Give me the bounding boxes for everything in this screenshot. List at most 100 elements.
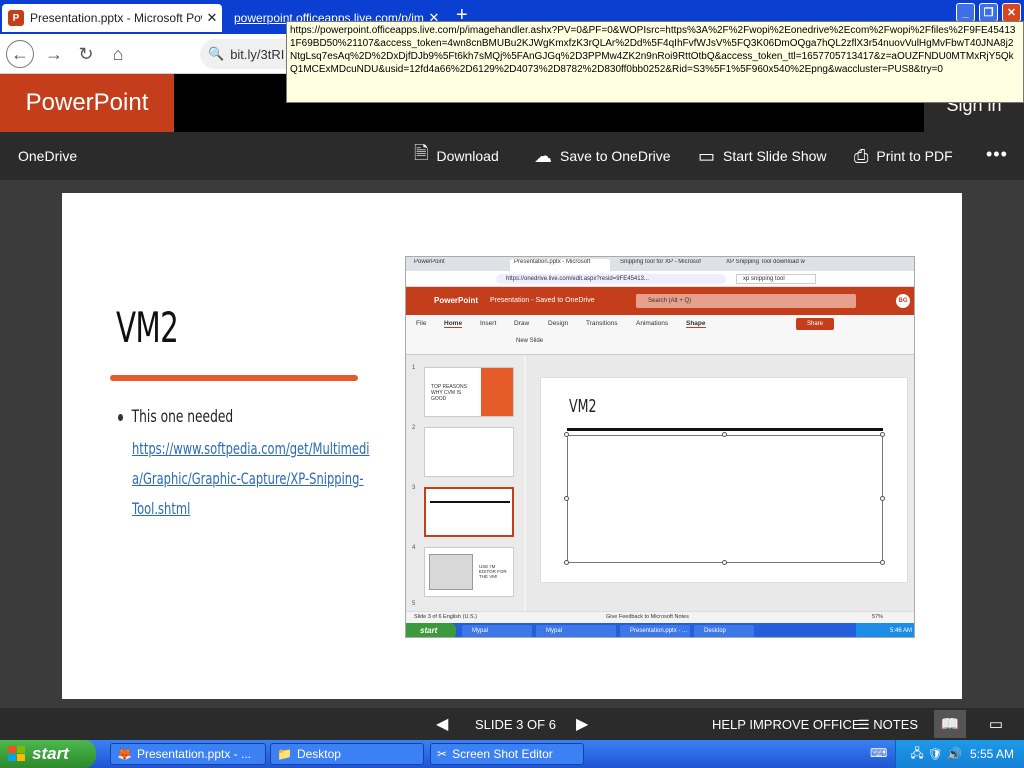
shot-thumbnail: USE I'M EDITOR FOR THE VM! (424, 547, 514, 597)
taskbar-item-screenshot-editor[interactable]: ✂ Screen Shot Editor (430, 743, 584, 765)
shot-handle (722, 560, 727, 565)
address-bar[interactable]: 🔍 bit.ly/3tRI (200, 39, 300, 69)
shot-handle (564, 496, 569, 501)
previous-slide-icon[interactable]: ◀ (436, 714, 448, 734)
shot-handle (880, 496, 885, 501)
more-options-icon[interactable]: ••• (986, 144, 1008, 165)
shot-slide: VM2 (540, 377, 908, 583)
shot-clock: 5:46 AM (856, 623, 914, 637)
next-slide-icon[interactable]: ▶ (576, 714, 588, 734)
shot-thumbnail: TOP REASONS WHY CVM IS GOOD (424, 367, 514, 417)
start-label: start (32, 744, 69, 763)
system-tray: 🖧 🛡 🔊 5:55 AM (895, 740, 1024, 768)
command-bar: OneDrive 🗎 Download ☁ Save to OneDrive ▭… (0, 132, 1024, 180)
forward-icon[interactable]: → (40, 40, 68, 68)
keyboard-icon[interactable]: ⌨ (870, 746, 887, 760)
taskbar-item-presentation[interactable]: 🦊 Presentation.pptx - ... (110, 743, 266, 765)
shot-handle (722, 432, 727, 437)
shot-start-button: start (406, 623, 456, 637)
bullet-text: This one needed (118, 407, 233, 427)
shot-zoom: 57% (872, 614, 884, 620)
tab-presentation[interactable]: P Presentation.pptx - Microsoft PowerPoi… (2, 4, 222, 32)
help-improve-office-link[interactable]: HELP IMPROVE OFFICE (712, 717, 861, 732)
link-line-1[interactable]: https://www.softpedia.com/get/Multimedi (132, 439, 369, 458)
close-icon[interactable]: ✕ (202, 10, 222, 26)
notes-button[interactable]: ☰ NOTES (858, 717, 918, 733)
shot-thumb-text: TOP REASONS WHY CVM IS GOOD (431, 384, 467, 402)
shot-tab: Snipping tool for XP - Microsof (620, 259, 701, 265)
slide: VM2 This one needed https://www.softpedi… (62, 193, 962, 699)
download-label: Download (436, 148, 499, 164)
presentation-icon: ▭ (698, 145, 716, 166)
download-icon: 🗎 (414, 143, 429, 163)
shot-taskbar: start Mypal Mypal Presentation.pptx - ..… (406, 623, 914, 637)
print-to-pdf-button[interactable]: ⎙ Print to PDF (854, 144, 953, 168)
print-label: Print to PDF (876, 148, 953, 164)
search-icon: 🔍 (208, 46, 225, 61)
shot-slide-title: VM2 (569, 396, 597, 417)
shot-thumbnail (424, 427, 514, 477)
shot-ribbon-tab: Home (444, 320, 463, 328)
taskbar-item-desktop[interactable]: 📁 Desktop (270, 743, 424, 765)
download-button[interactable]: 🗎 Download (414, 143, 499, 168)
reading-view-icon[interactable]: 📖 (934, 710, 966, 738)
taskbar-item-label: Presentation.pptx - ... (136, 747, 252, 761)
shot-url: https://onedrive.live.com/edit.aspx?resi… (496, 274, 726, 284)
start-slide-show-button[interactable]: ▭ Start Slide Show (698, 144, 827, 168)
embedded-screenshot: PowerPoint Presentation.pptx - Microsoft… (405, 256, 915, 638)
shot-doc-name: Presentation - Saved to OneDrive (490, 297, 595, 304)
shot-handle (880, 560, 885, 565)
shot-slide-number: 4 (412, 545, 416, 551)
shot-editing-area: VM2 (526, 355, 914, 611)
app-brand[interactable]: PowerPoint (0, 74, 174, 132)
save-to-onedrive-button[interactable]: ☁ Save to OneDrive (534, 144, 671, 168)
shot-tab-strip: PowerPoint Presentation.pptx - Microsoft… (406, 257, 914, 271)
slide-title: VM2 (116, 303, 179, 352)
shot-task: Desktop (694, 625, 754, 637)
shot-ribbon-tab: Shape (686, 320, 706, 328)
shot-task: Mypal (462, 625, 532, 637)
shot-tab: PowerPoint (414, 259, 445, 265)
minimize-icon[interactable]: _ (956, 3, 975, 22)
onedrive-link[interactable]: OneDrive (18, 148, 77, 164)
shot-slide-line (567, 428, 883, 431)
shield-icon[interactable]: 🛡 (928, 747, 943, 761)
slide-counter: SLIDE 3 OF 6 (475, 717, 556, 732)
maximize-icon[interactable]: ❐ (979, 3, 998, 22)
shot-status-right: Give Feedback to Microsoft Notes (606, 614, 689, 620)
link-line-3[interactable]: Tool.shtml (132, 499, 190, 518)
folder-icon: 📁 (277, 747, 292, 761)
windows-flag-icon (8, 746, 26, 762)
bullet-dot (118, 413, 124, 421)
close-window-icon[interactable]: ✕ (1002, 3, 1021, 22)
slide-show-view-icon[interactable]: ▭ (980, 710, 1012, 738)
shot-ribbon-tab: File (416, 320, 427, 327)
back-icon[interactable]: ← (6, 40, 34, 68)
slide-stage: VM2 This one needed https://www.softpedi… (0, 180, 1024, 708)
shot-app-bar: PowerPoint Presentation - Saved to OneDr… (406, 287, 914, 315)
volume-icon[interactable]: 🔊 (947, 747, 962, 761)
status-bar: ◀ SLIDE 3 OF 6 ▶ HELP IMPROVE OFFICE ☰ N… (0, 708, 1024, 740)
notes-label: NOTES (873, 717, 919, 732)
network-icon[interactable]: 🖧 (910, 744, 923, 765)
shot-search-box: xp snipping tool (736, 274, 816, 284)
reload-icon[interactable]: ↻ (72, 40, 100, 68)
shot-task: Mypal (536, 625, 616, 637)
shot-ribbon-tab: Transitions (586, 320, 618, 327)
shot-ribbon-tab: Animations (636, 320, 669, 327)
printer-icon: ⎙ (854, 145, 869, 166)
shot-share-button: Share (796, 318, 834, 330)
shot-slide-number: 5 (412, 601, 416, 607)
shot-slide-number: 1 (412, 365, 416, 371)
home-icon[interactable]: ⌂ (104, 40, 132, 68)
start-button[interactable]: start (0, 740, 96, 768)
shot-tab: XP Snipping Tool download w (726, 259, 805, 265)
title-underline (110, 375, 358, 381)
powerpoint-favicon-icon: P (8, 10, 24, 26)
shot-handle (564, 432, 569, 437)
tab-title: Presentation.pptx - Microsoft PowerPoint… (30, 11, 202, 25)
link-line-2[interactable]: a/Graphic/Graphic-Capture/XP-Snipping- (132, 469, 364, 488)
shot-ribbon-tab: Insert (480, 320, 497, 327)
shot-thumb-line (430, 501, 510, 503)
slideshow-label: Start Slide Show (723, 148, 827, 164)
